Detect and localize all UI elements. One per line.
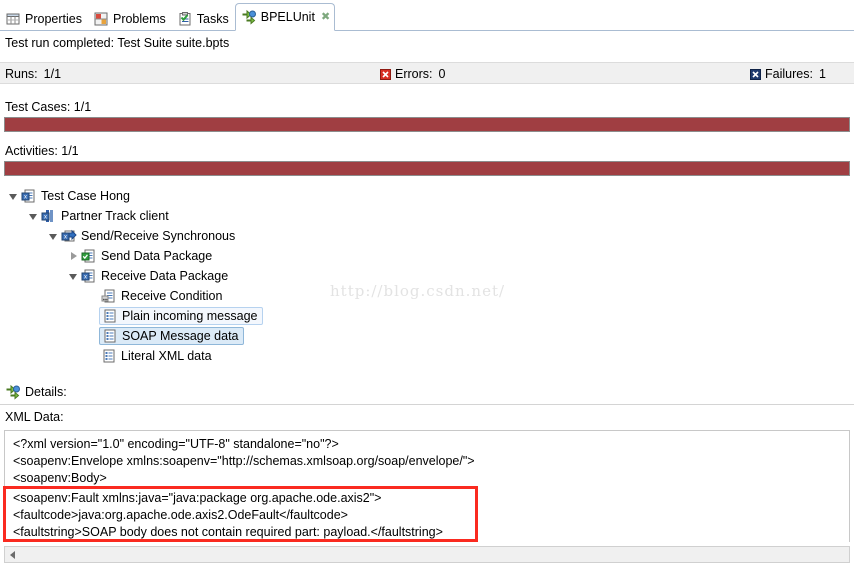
tree-row-label: Receive Data Package — [101, 269, 229, 283]
tree-row-label: Partner Track client — [61, 209, 169, 223]
tree-row-label: Send/Receive Synchronous — [81, 229, 236, 243]
tab-bar-underline — [0, 30, 854, 31]
svg-text:x: x — [44, 215, 47, 221]
tab-tasks-label: Tasks — [196, 12, 229, 26]
tree-row-send-data-package[interactable]: Send Data Package — [0, 246, 854, 266]
send-package-icon — [81, 248, 97, 264]
tree-row-selection-light[interactable]: Plain incoming message — [99, 307, 263, 325]
tab-properties-label: Properties — [25, 12, 82, 26]
watermark-text: http://blog.csdn.net/ — [330, 282, 506, 300]
receive-condition-icon — [101, 288, 117, 304]
chevron-down-icon[interactable] — [6, 186, 20, 206]
scrollbar-thumb[interactable] — [20, 548, 849, 561]
chevron-down-icon[interactable] — [66, 266, 80, 286]
xml-line: <soapenv:Fault xmlns:java="java:package … — [13, 491, 382, 505]
tree-row-label: Plain incoming message — [122, 309, 258, 323]
tree-row-label: Receive Condition — [121, 289, 223, 303]
partner-track-icon: x — [41, 208, 57, 224]
run-status-message: Test run completed: Test Suite suite.bpt… — [5, 36, 230, 50]
tab-problems[interactable]: Problems — [88, 7, 172, 31]
tab-tasks[interactable]: Tasks — [172, 7, 235, 31]
tree-row-selection-active[interactable]: SOAP Message data — [99, 327, 244, 345]
bpelunit-icon — [5, 384, 21, 400]
details-header: Details: — [5, 384, 67, 400]
tab-bpelunit[interactable]: BPELUnit ✖ — [234, 3, 336, 31]
tab-bpelunit-label: BPELUnit — [260, 10, 315, 24]
xml-line: <faultcode>java:org.apache.ode.axis2.Ode… — [13, 508, 348, 522]
activities-progress-fill — [5, 162, 849, 175]
stat-failures-value: 1 — [818, 67, 826, 81]
tab-properties[interactable]: Properties — [0, 7, 88, 31]
tree-row-label: Literal XML data — [121, 349, 212, 363]
error-icon — [380, 68, 391, 80]
details-label: Details: — [25, 385, 67, 399]
bpelunit-view: Properties Problems Tasks BPELUnit ✖ Tes… — [0, 0, 854, 566]
svg-text:x: x — [64, 235, 67, 241]
receive-package-icon: x — [81, 268, 97, 284]
details-divider — [0, 404, 854, 405]
tree-row-partner-track-client[interactable]: x Partner Track client — [0, 206, 854, 226]
test-cases-label: Test Cases: 1/1 — [5, 100, 92, 114]
stat-errors-label: Errors: — [395, 67, 433, 81]
stats-row: Runs: 1/1 Errors: 0 Failures: 1 — [0, 62, 854, 84]
chevron-down-icon[interactable] — [26, 206, 40, 226]
xml-line: <soapenv:Body> — [13, 471, 107, 485]
failure-icon — [750, 68, 761, 80]
scroll-left-arrow-icon[interactable] — [5, 547, 20, 562]
close-icon[interactable]: ✖ — [321, 11, 330, 22]
svg-text:x: x — [84, 275, 87, 281]
stat-runs: Runs: 1/1 — [5, 65, 61, 83]
tree-row-soap-message-data[interactable]: SOAP Message data — [0, 326, 854, 346]
xml-data-label: XML Data: — [5, 410, 64, 424]
xml-data-panel[interactable]: <?xml version="1.0" encoding="UTF-8" sta… — [4, 430, 850, 542]
tree-row-plain-incoming-message[interactable]: Plain incoming message — [0, 306, 854, 326]
tree-row-literal-xml-data[interactable]: Literal XML data — [0, 346, 854, 366]
view-tab-bar: Properties Problems Tasks BPELUnit ✖ — [0, 0, 854, 31]
activities-label: Activities: 1/1 — [5, 144, 79, 158]
stat-runs-value: 1/1 — [43, 67, 62, 81]
chevron-right-icon[interactable] — [66, 246, 80, 266]
stat-failures: Failures: 1 — [750, 65, 826, 83]
tasks-icon — [177, 11, 193, 27]
test-cases-progress-bar — [4, 117, 850, 132]
bpelunit-icon — [241, 9, 257, 25]
chevron-down-icon[interactable] — [46, 226, 60, 246]
activities-progress-bar — [4, 161, 850, 176]
tree-row-send-receive-synchronous[interactable]: x Send/Receive Synchronous — [0, 226, 854, 246]
xml-line: <soapenv:Envelope xmlns:soapenv="http://… — [13, 454, 475, 468]
xml-line: <?xml version="1.0" encoding="UTF-8" sta… — [13, 437, 339, 451]
problems-icon — [93, 11, 109, 27]
tree-row-label: Send Data Package — [101, 249, 213, 263]
xml-line: <faultstring>SOAP body does not contain … — [13, 525, 443, 539]
send-receive-icon: x — [61, 228, 77, 244]
stat-errors: Errors: 0 — [380, 65, 445, 83]
message-data-icon — [102, 308, 118, 324]
stat-failures-label: Failures: — [765, 67, 813, 81]
stat-errors-value: 0 — [438, 67, 446, 81]
test-result-tree[interactable]: x Test Case Hong x Partner Track client — [0, 186, 854, 374]
tree-row-test-case-hong[interactable]: x Test Case Hong — [0, 186, 854, 206]
stat-runs-label: Runs: — [5, 67, 38, 81]
test-case-icon: x — [21, 188, 37, 204]
xml-horizontal-scrollbar[interactable] — [4, 546, 850, 563]
tab-problems-label: Problems — [112, 12, 166, 26]
tree-row-label: Test Case Hong — [41, 189, 130, 203]
tree-row-label: SOAP Message data — [122, 329, 239, 343]
svg-text:x: x — [24, 195, 27, 201]
test-cases-progress-fill — [5, 118, 849, 131]
message-data-icon — [101, 348, 117, 364]
message-data-icon — [102, 328, 118, 344]
properties-icon — [5, 11, 21, 27]
